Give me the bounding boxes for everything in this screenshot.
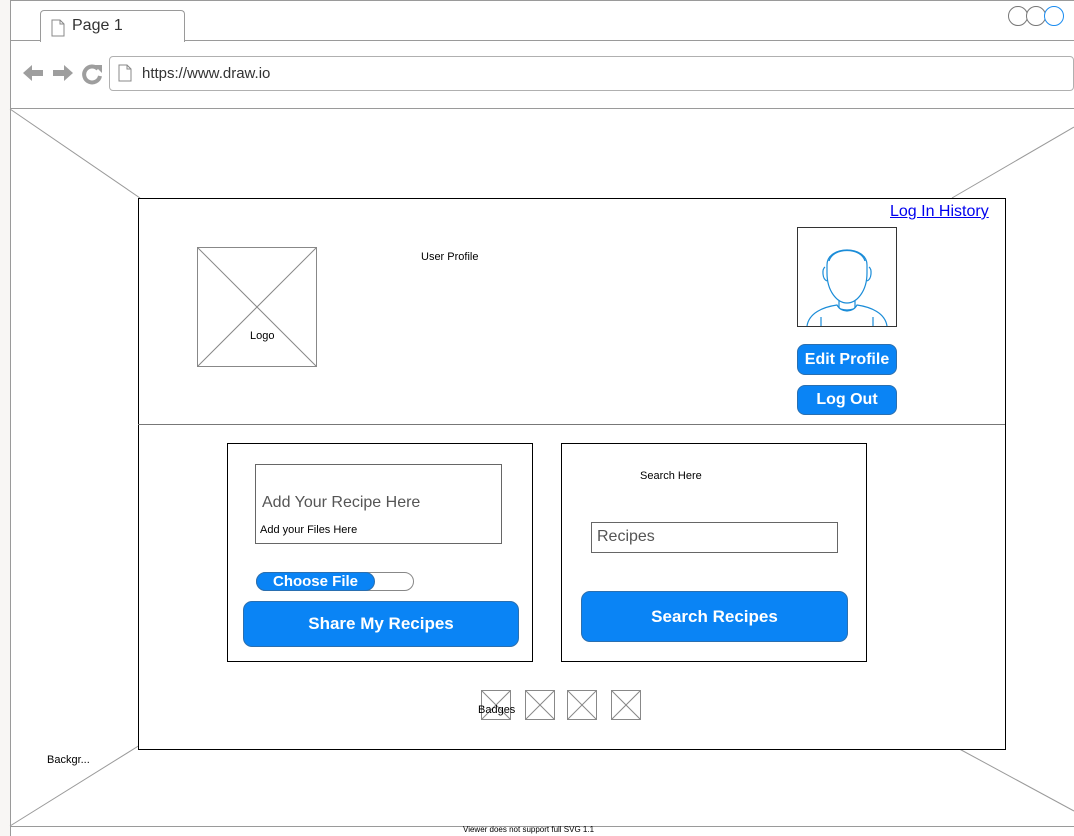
footer-note: Viewer does not support full SVG 1.1 <box>463 825 595 834</box>
document-icon <box>51 19 65 37</box>
window-control-icon[interactable] <box>1044 6 1064 26</box>
edit-profile-button[interactable]: Edit Profile <box>797 344 897 375</box>
logout-button[interactable]: Log Out <box>797 385 897 415</box>
badges-label: Badges <box>478 704 516 716</box>
recipe-textarea[interactable]: Add Your Recipe Here Add your Files Here <box>255 464 502 544</box>
avatar[interactable] <box>797 227 897 327</box>
header-divider <box>138 424 1005 425</box>
page-icon <box>118 64 132 82</box>
url-bar[interactable]: https://www.draw.io <box>109 56 1074 91</box>
window-top-edge <box>10 0 1074 1</box>
search-heading: Search Here <box>640 470 702 482</box>
search-input[interactable]: Recipes <box>591 522 838 553</box>
tab-title: Page 1 <box>72 17 123 34</box>
page-title: User Profile <box>421 251 479 263</box>
forward-arrow-icon[interactable] <box>52 64 74 82</box>
window-control-icon[interactable] <box>1008 6 1028 26</box>
back-arrow-icon[interactable] <box>22 64 44 82</box>
login-history-link[interactable]: Log In History <box>890 203 989 221</box>
url-text: https://www.draw.io <box>142 65 271 82</box>
recipe-placeholder: Add Your Recipe Here <box>262 494 421 511</box>
search-recipes-button[interactable]: Search Recipes <box>581 591 848 642</box>
choose-file-button[interactable]: Choose File <box>256 572 375 591</box>
share-recipes-button[interactable]: Share My Recipes <box>243 601 519 647</box>
background-label: Backgr... <box>47 754 90 766</box>
reload-icon[interactable] <box>81 63 103 85</box>
toolbar-separator <box>10 108 1074 109</box>
logo-placeholder <box>197 247 317 367</box>
logo-label: Logo <box>249 330 276 342</box>
browser-tab[interactable]: Page 1 <box>40 10 185 42</box>
search-placeholder: Recipes <box>597 528 655 545</box>
window-control-icon[interactable] <box>1026 6 1046 26</box>
files-label: Add your Files Here <box>260 524 358 536</box>
